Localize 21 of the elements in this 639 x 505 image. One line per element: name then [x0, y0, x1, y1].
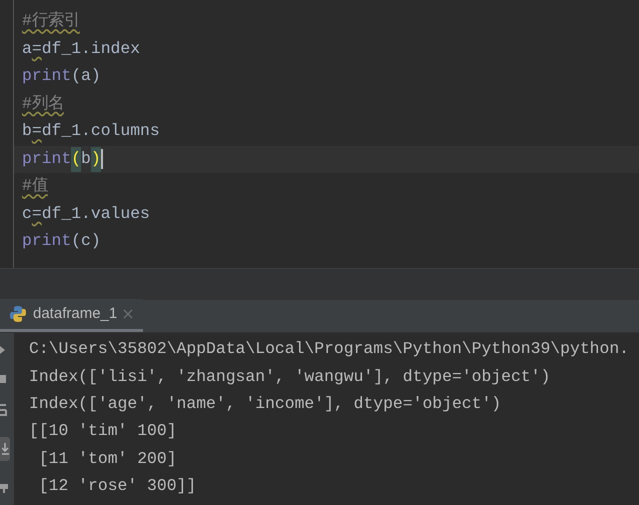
rerun-icon[interactable] [0, 345, 6, 355]
code-line: a=df_1.index [21, 38, 142, 60]
console-line: Index(['lisi', 'zhangsan', 'wangwu'], dtype='object') [29, 366, 552, 388]
run-tab[interactable]: dataframe_1 [0, 299, 144, 332]
code-line: c=df_1.values [21, 202, 151, 225]
code-line: b=df_1.columns [21, 120, 161, 142]
console-line: Index(['age', 'name', 'income'], dtype='object') [29, 392, 502, 415]
close-icon[interactable] [123, 309, 134, 319]
console-line: [11 'tom' 200] [38, 448, 178, 470]
console-line: [[10 'tim' 100] [29, 420, 178, 442]
code-line: #值 [21, 175, 49, 198]
code-line: print(a) [21, 65, 102, 88]
download-icon[interactable] [0, 437, 10, 461]
code-line: #行索引 [21, 10, 81, 32]
code-line: print(c) [21, 230, 102, 252]
console-line: [12 'rose' 300]] [38, 474, 198, 497]
printer-icon[interactable] [0, 481, 8, 493]
console-line: C:\Users\35802\AppData\Local\Programs\Python\Python39\python. [29, 338, 630, 360]
text-caret [100, 149, 103, 170]
code-line: #列名 [21, 92, 65, 115]
python-icon [9, 305, 27, 323]
